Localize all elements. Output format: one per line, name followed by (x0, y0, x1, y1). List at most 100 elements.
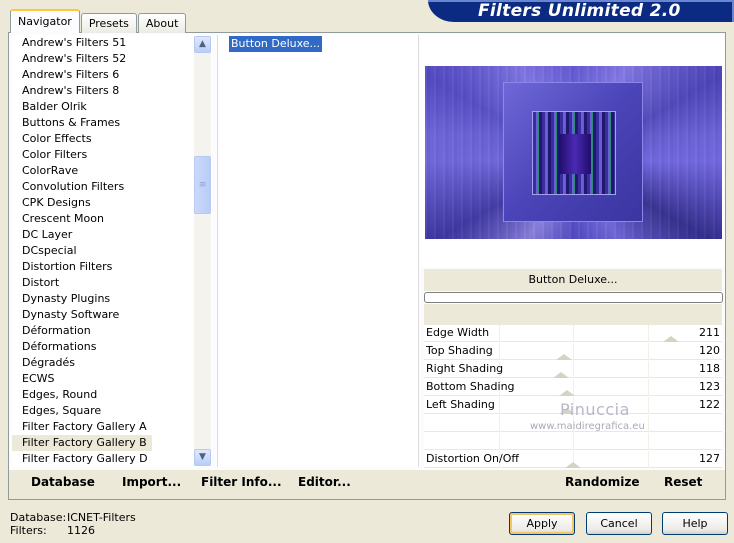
slider-tick (647, 415, 649, 432)
scroll-up-button[interactable]: ▲ (194, 36, 211, 53)
category-item[interactable]: Filter Factory Gallery D (12, 451, 212, 467)
slider-tick (573, 361, 574, 378)
param-row (424, 433, 722, 451)
category-item[interactable]: Filter Factory Gallery A (12, 419, 212, 435)
param-slider-thumb[interactable] (559, 390, 576, 396)
tab-presets[interactable]: Presets (80, 13, 137, 33)
filter-name-label: Button Deluxe... (528, 273, 618, 286)
category-item[interactable]: Balder Olrik (12, 99, 212, 115)
category-scrollbar[interactable]: ▲ ≡ ▼ (194, 36, 211, 466)
status-area: Database:ICNET-Filters Filters: 1126 (10, 511, 136, 537)
randomize-label: Randomize (565, 475, 640, 489)
param-value: 211 (699, 326, 720, 339)
category-item[interactable]: Distort (12, 275, 212, 291)
category-item[interactable]: ECWS (12, 371, 212, 387)
tab-bar: Navigator Presets About (10, 9, 187, 33)
import-label: Import... (122, 475, 182, 489)
category-item[interactable]: CPK Designs (12, 195, 212, 211)
slider-tick (647, 397, 649, 414)
param-name: Edge Width (426, 326, 490, 339)
param-row[interactable]: Edge Width 211 (424, 325, 722, 343)
param-slider-thumb[interactable] (556, 354, 573, 360)
scroll-down-button[interactable]: ▼ (194, 449, 211, 466)
slider-tick (498, 397, 500, 414)
category-item[interactable]: Andrew's Filters 52 (12, 51, 212, 67)
slider-tick (647, 361, 649, 378)
filter-info-button[interactable]: Filter Info... (201, 475, 282, 489)
slider-tick (498, 415, 500, 432)
tab-about[interactable]: About (137, 13, 187, 33)
category-item[interactable]: Distortion Filters (12, 259, 212, 275)
status-filters-value: 1126 (67, 524, 95, 537)
status-database-value: ICNET-Filters (67, 511, 136, 524)
param-name: Top Shading (426, 344, 493, 357)
category-item[interactable]: ColorRave (12, 163, 212, 179)
param-row[interactable]: Right Shading 118 (424, 361, 722, 379)
category-item[interactable]: Color Effects (12, 131, 212, 147)
param-slider-thumb[interactable] (553, 372, 570, 378)
param-row[interactable]: Distortion On/Off 127 (424, 451, 722, 469)
preview-frame (503, 82, 643, 222)
status-database-label: Database: (10, 511, 67, 524)
import-button[interactable]: Import... (122, 475, 181, 489)
category-item[interactable]: Edges, Square (12, 403, 212, 419)
category-list[interactable]: Andrew's Filters 51 Andrew's Filters 52 An… (12, 35, 212, 467)
editor-label: Editor... (298, 475, 351, 489)
category-item[interactable]: Dynasty Software (12, 307, 212, 323)
param-row[interactable]: Top Shading 120 (424, 343, 722, 361)
filter-list[interactable]: Button Deluxe... (217, 35, 419, 467)
param-row[interactable]: Bottom Shading 123 (424, 379, 722, 397)
filter-item-selected[interactable]: Button Deluxe... (229, 36, 323, 52)
category-item[interactable]: Convolution Filters (12, 179, 212, 195)
slider-tick (647, 325, 649, 342)
category-item[interactable]: Déformation (12, 323, 212, 339)
category-item[interactable]: Buttons & Frames (12, 115, 212, 131)
category-item[interactable]: Déformations (12, 339, 212, 355)
param-name: Left Shading (426, 398, 495, 411)
apply-button[interactable]: Apply (509, 512, 575, 535)
watermark-text: Pinuccia (560, 400, 630, 419)
preview-image (425, 66, 722, 239)
param-value: 123 (699, 380, 720, 393)
editor-button[interactable]: Editor... (298, 475, 351, 489)
scroll-thumb[interactable]: ≡ (194, 156, 211, 214)
param-slider-thumb[interactable] (663, 336, 680, 342)
tab-navigator[interactable]: Navigator (10, 9, 80, 33)
status-filters-label: Filters: (10, 524, 47, 537)
slider-tick (573, 433, 574, 450)
database-label: Database (31, 475, 95, 489)
category-item[interactable]: DC Layer (12, 227, 212, 243)
parameter-panel: Edge Width 211 Top Shading 120 Right Shading… (424, 325, 722, 469)
category-item[interactable]: Dégradés (12, 355, 212, 371)
param-value: 118 (699, 362, 720, 375)
category-item[interactable]: Color Filters (12, 147, 212, 163)
preview-core (559, 134, 591, 174)
param-name: Right Shading (426, 362, 504, 375)
randomize-button[interactable]: Randomize (565, 475, 639, 489)
category-item[interactable]: Dynasty Plugins (12, 291, 212, 307)
param-header-band (424, 304, 722, 325)
help-button[interactable]: Help (662, 512, 728, 535)
param-value: 122 (699, 398, 720, 411)
param-name: Bottom Shading (426, 380, 515, 393)
param-slider-thumb[interactable] (565, 462, 581, 468)
category-item[interactable]: Crescent Moon (12, 211, 212, 227)
category-item[interactable]: Andrew's Filters 6 (12, 67, 212, 83)
slider-tick (647, 343, 649, 360)
param-value: 127 (699, 452, 720, 465)
slider-tick (647, 433, 649, 450)
category-item[interactable]: Andrew's Filters 51 (12, 35, 212, 51)
category-item[interactable]: Edges, Round (12, 387, 212, 403)
app-title: Filters Unlimited 2.0 (478, 1, 681, 21)
param-value: 120 (699, 344, 720, 357)
category-item[interactable]: Filter Factory Gallery B (12, 435, 152, 451)
category-item[interactable]: DCspecial (12, 243, 212, 259)
cancel-button[interactable]: Cancel (586, 512, 652, 535)
slider-tick (647, 451, 649, 468)
slider-tick (498, 343, 500, 360)
database-button[interactable]: Database (31, 475, 95, 489)
category-item[interactable]: Andrew's Filters 8 (12, 83, 212, 99)
reset-button[interactable]: Reset (664, 475, 702, 489)
reset-label: Reset (664, 475, 703, 489)
progress-bar (424, 292, 723, 303)
